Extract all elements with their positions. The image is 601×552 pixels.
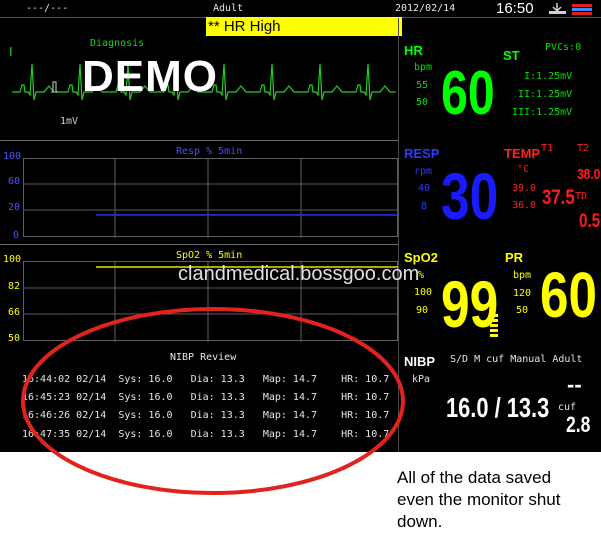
caption-line: All of the data saved: [397, 468, 552, 487]
caption-line: down.: [397, 512, 443, 531]
caption-line: even the monitor shut: [397, 490, 561, 509]
